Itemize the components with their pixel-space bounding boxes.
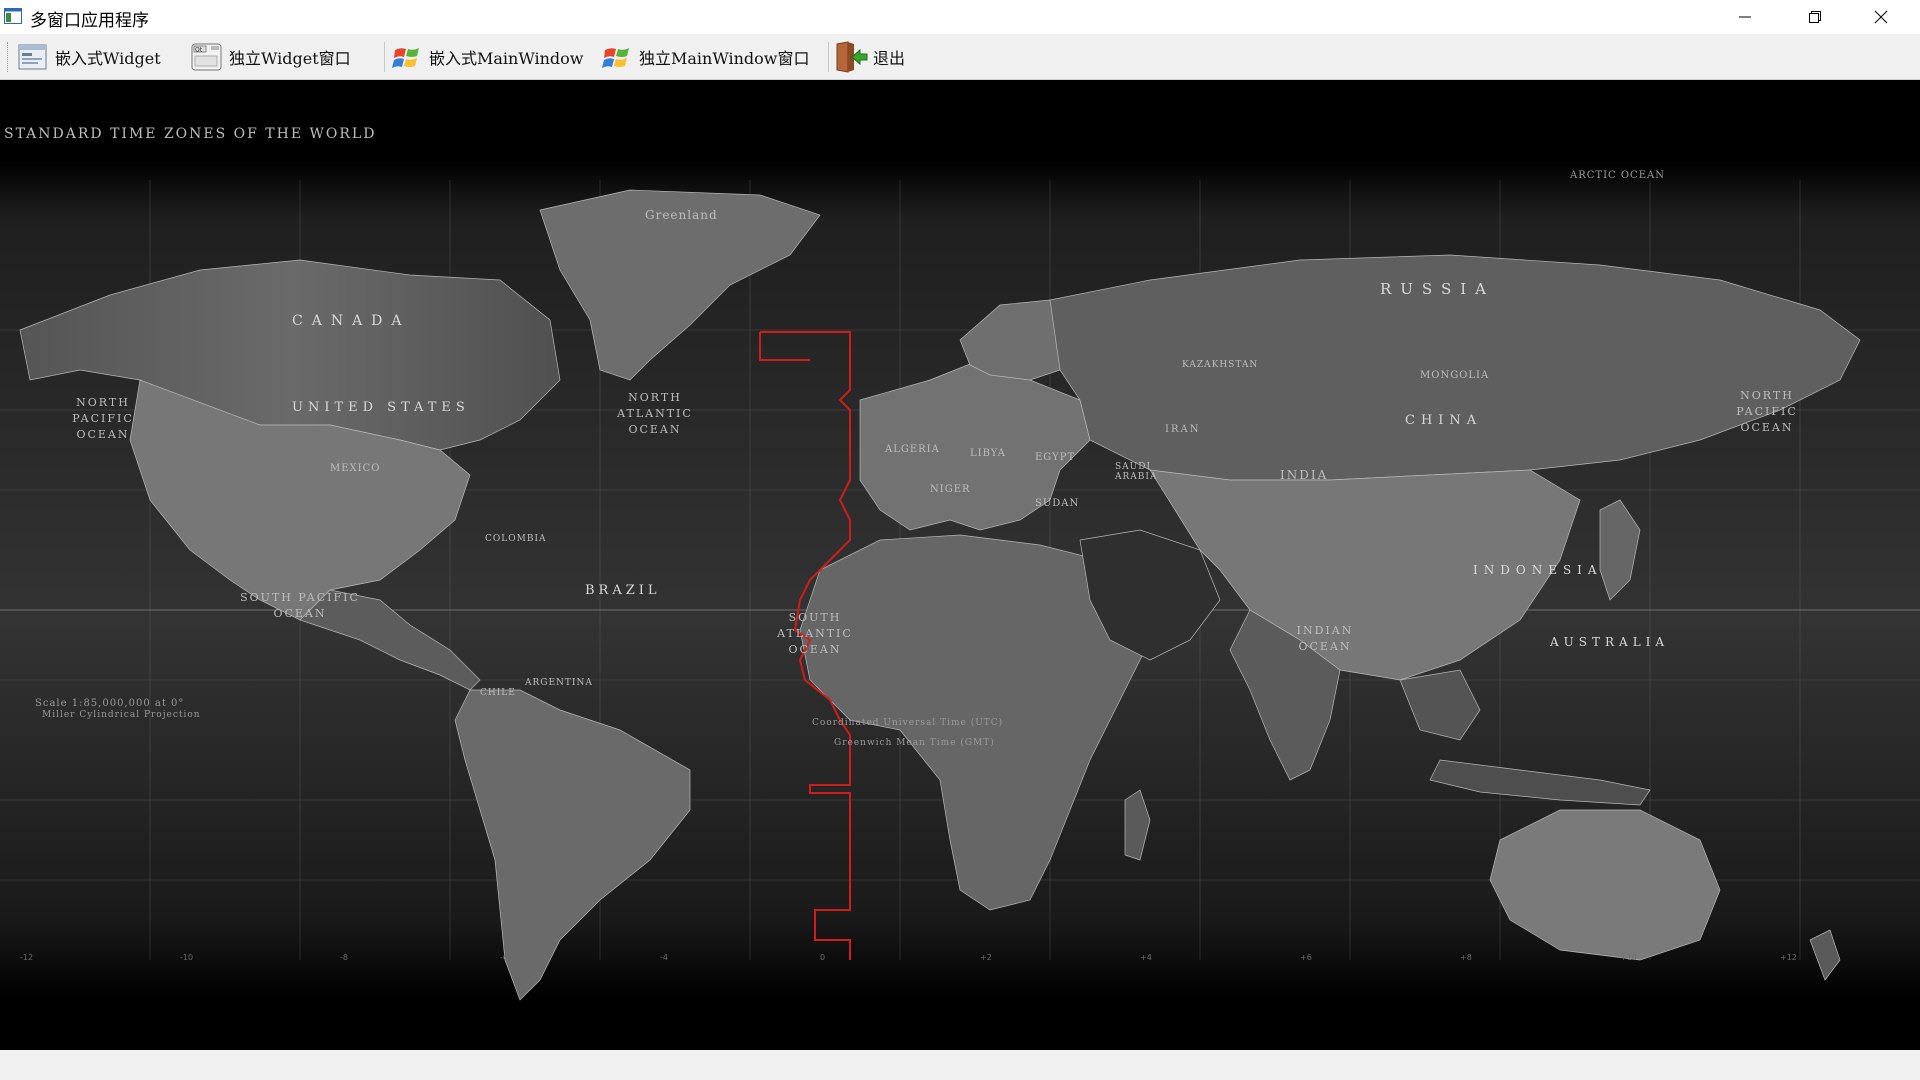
embedded-mainwindow-label: 嵌入式MainWindow <box>429 49 584 68</box>
standalone-mainwindow-label: 独立MainWindow窗口 <box>639 49 810 68</box>
title-bar: 多窗口应用程序 <box>0 0 1920 34</box>
svg-text:-4: -4 <box>660 953 668 962</box>
svg-text:-8: -8 <box>340 953 348 962</box>
windows-flag-icon <box>600 40 634 74</box>
label-indian-ocean: INDIAN OCEAN <box>1296 624 1354 653</box>
exit-label: 退出 <box>873 49 906 68</box>
label-canada: CANADA <box>292 313 411 329</box>
label-sudan: SUDAN <box>1035 498 1080 509</box>
label-colombia: COLOMBIA <box>485 534 547 544</box>
embedded-mainwindow-button[interactable]: 嵌入式MainWindow <box>390 38 584 76</box>
label-libya: LIBYA <box>970 448 1006 459</box>
toolbar-separator <box>828 42 829 72</box>
svg-text:+8: +8 <box>1460 953 1472 962</box>
svg-text:-10: -10 <box>180 953 193 962</box>
standalone-mainwindow-button[interactable]: 独立MainWindow窗口 <box>600 38 810 76</box>
close-icon <box>1874 10 1888 24</box>
label-australia: AUSTRALIA <box>1550 635 1670 649</box>
label-brazil: BRAZIL <box>585 583 661 598</box>
qt-window-icon: Qt <box>190 40 224 74</box>
standalone-widget-label: 独立Widget窗口 <box>229 49 351 68</box>
svg-text:+12: +12 <box>1780 953 1797 962</box>
label-algeria: ALGERIA <box>885 444 940 455</box>
close-button[interactable] <box>1848 0 1914 34</box>
label-indonesia: INDONESIA <box>1473 563 1603 577</box>
minimize-button[interactable] <box>1712 0 1778 34</box>
map-projection-note: Miller Cylindrical Projection <box>42 710 201 720</box>
svg-text:+10: +10 <box>1620 953 1637 962</box>
svg-text:-12: -12 <box>20 953 33 962</box>
label-egypt: EGYPT <box>1035 452 1076 463</box>
exit-button[interactable]: 退出 <box>834 38 905 76</box>
svg-text:+6: +6 <box>1300 953 1312 962</box>
label-iran: IRAN <box>1165 424 1201 435</box>
app-window-icon <box>4 8 22 24</box>
label-mexico: MEXICO <box>330 463 381 474</box>
label-south-atlantic: SOUTH ATLANTIC OCEAN <box>777 611 853 656</box>
svg-text:+2: +2 <box>980 953 992 962</box>
label-saudi-arabia: SAUDI ARABIA <box>1115 462 1158 482</box>
minimize-icon <box>1739 16 1751 18</box>
exit-door-icon <box>834 40 868 74</box>
label-north-pacific: NORTH PACIFIC OCEAN <box>72 396 134 441</box>
label-china: CHINA <box>1405 413 1483 428</box>
svg-text:0: 0 <box>820 953 825 962</box>
restore-icon <box>1809 11 1821 23</box>
standalone-widget-button[interactable]: Qt 独立Widget窗口 <box>190 38 351 76</box>
label-arctic-ocean: ARCTIC OCEAN <box>1570 170 1665 181</box>
label-argentina: ARGENTINA <box>525 678 593 688</box>
map-utc-note: Coordinated Universal Time (UTC) <box>812 718 1004 728</box>
svg-text:Qt: Qt <box>195 47 203 54</box>
svg-text:+4: +4 <box>1140 953 1152 962</box>
label-mongolia: MONGOLIA <box>1420 370 1490 381</box>
label-chile: CHILE <box>480 688 516 698</box>
world-map-image: -12 -10 -8 -6 -4 0 +2 +4 +6 +8 +10 +12 <box>0 160 1920 1001</box>
embedded-widget-label: 嵌入式Widget <box>55 49 161 68</box>
embedded-widget-icon <box>16 40 50 74</box>
map-title: STANDARD TIME ZONES OF THE WORLD <box>4 126 377 142</box>
restore-button[interactable] <box>1782 0 1848 34</box>
label-north-pacific-east: NORTH PACIFIC OCEAN <box>1736 389 1798 434</box>
label-south-pacific: SOUTH PACIFIC OCEAN <box>240 591 360 620</box>
map-gmt-note: Greenwich Mean Time (GMT) <box>834 738 995 748</box>
label-kazakhstan: KAZAKHSTAN <box>1182 360 1259 370</box>
main-toolbar: 嵌入式Widget Qt 独立Widget窗口 嵌入式MainWindow 独立… <box>0 34 1920 80</box>
toolbar-grip[interactable] <box>7 42 11 72</box>
svg-text:-6: -6 <box>500 953 508 962</box>
label-north-atlantic: NORTH ATLANTIC OCEAN <box>617 391 693 436</box>
window-title: 多窗口应用程序 <box>30 11 149 31</box>
label-united-states: UNITED STATES <box>292 400 470 415</box>
label-russia: RUSSIA <box>1380 280 1495 298</box>
windows-flag-icon <box>390 40 424 74</box>
world-map-view: -12 -10 -8 -6 -4 0 +2 +4 +6 +8 +10 +12 STANDARD … <box>0 80 1920 1050</box>
toolbar-separator <box>384 42 385 72</box>
map-scale-note: Scale 1:85,000,000 at 0° <box>35 698 185 709</box>
label-india: INDIA <box>1280 468 1329 482</box>
embedded-widget-button[interactable]: 嵌入式Widget <box>16 38 161 76</box>
label-niger: NIGER <box>930 484 971 495</box>
status-area <box>0 1050 1920 1080</box>
label-greenland: Greenland <box>645 208 718 222</box>
